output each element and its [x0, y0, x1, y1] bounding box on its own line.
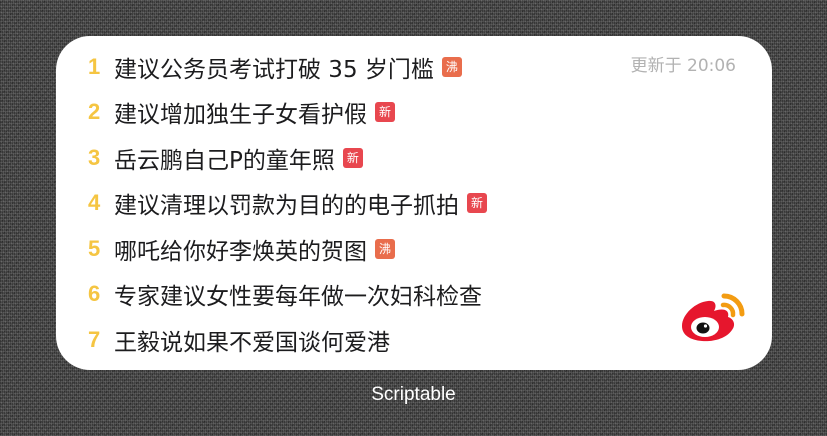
rank-number: 1 [88, 53, 101, 79]
weibo-logo-icon [682, 293, 745, 342]
topic-title: 建议增加独生子女看护假 [114, 102, 367, 129]
rank-number: 6 [88, 281, 101, 307]
list-item[interactable]: 3 岳云鹏自己P的童年照新 [88, 135, 648, 181]
new-badge: 新 [467, 193, 487, 214]
rank-number: 5 [88, 235, 101, 261]
app-label: Scriptable [371, 384, 456, 405]
topic-title: 建议清理以罚款为目的的电子抓拍 [114, 193, 459, 220]
list-item[interactable]: 2 建议增加独生子女看护假新 [88, 90, 648, 136]
list-item[interactable]: 1 建议公务员考试打破 35 岁门槛沸 [88, 44, 648, 90]
rank-number: 2 [88, 99, 101, 125]
hot-search-list: 1 建议公务员考试打破 35 岁门槛沸 2 建议增加独生子女看护假新 3 岳云鹏自己P的童… [88, 44, 648, 363]
topic-title: 建议公务员考试打破 35 岁门槛 [114, 56, 434, 83]
topic-title: 专家建议女性要每年做一次妇科检查 [114, 284, 482, 311]
topic-title: 王毅说如果不爱国谈何爱港 [114, 329, 390, 356]
rank-number: 3 [88, 144, 101, 170]
list-item[interactable]: 7 王毅说如果不爱国谈何爱港 [88, 317, 648, 363]
topic-title: 岳云鹏自己P的童年照 [114, 147, 335, 174]
topic-title: 哪吒给你好李焕英的贺图 [114, 238, 367, 265]
weibo-hot-search-widget[interactable]: 更新于 20:06 1 建议公务员考试打破 35 岁门槛沸 2 建议增加独生子女看护假… [56, 36, 772, 370]
new-badge: 新 [375, 102, 395, 123]
list-item[interactable]: 4 建议清理以罚款为目的的电子抓拍新 [88, 181, 648, 227]
new-badge: 新 [342, 147, 363, 168]
list-item[interactable]: 6 专家建议女性要每年做一次妇科检查 [88, 272, 648, 318]
rank-number: 4 [88, 190, 101, 216]
hot-badge: 沸 [441, 56, 462, 77]
rank-number: 7 [88, 326, 101, 352]
hot-badge: 沸 [375, 238, 395, 259]
list-item[interactable]: 5 哪吒给你好李焕英的贺图沸 [88, 226, 648, 272]
